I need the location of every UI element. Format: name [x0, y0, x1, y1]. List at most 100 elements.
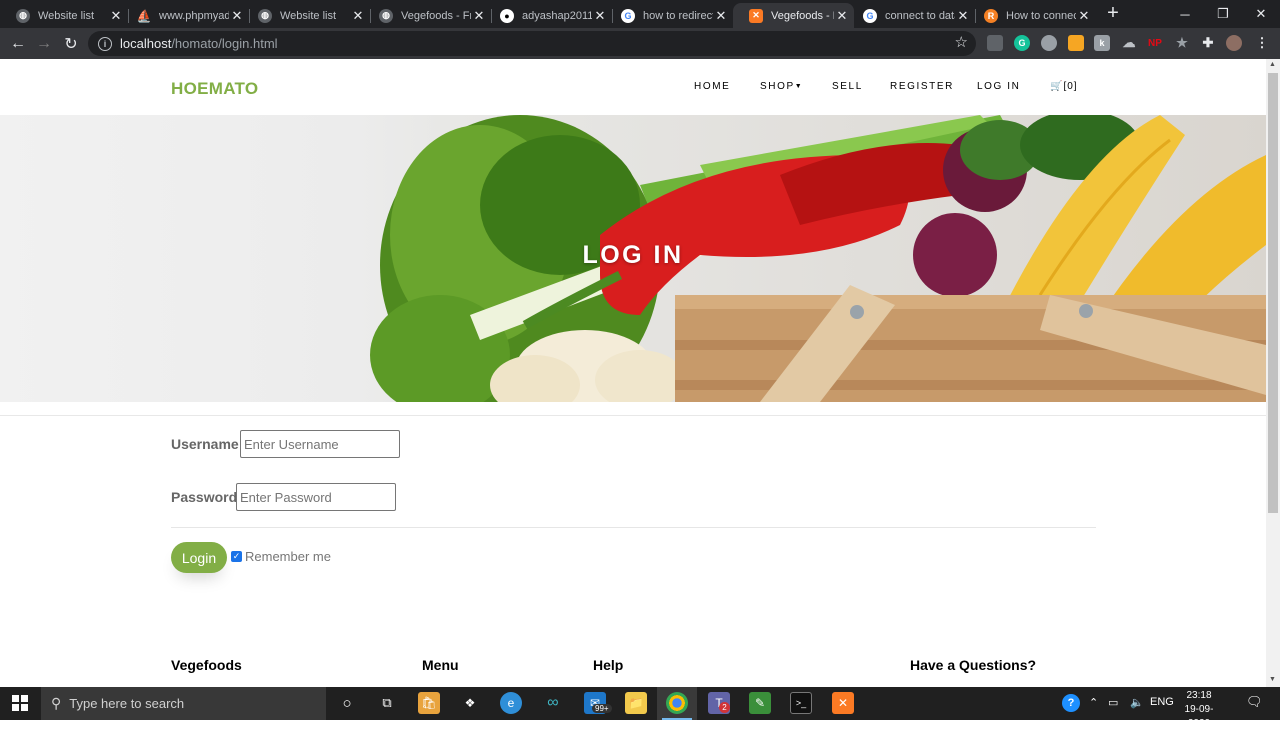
phpmyadmin-icon: ⛵: [136, 8, 152, 23]
tab-how-to-connect[interactable]: R How to connec ✕: [968, 3, 1096, 28]
hero-banner: LOG IN: [0, 115, 1266, 402]
help-icon[interactable]: ?: [1062, 694, 1080, 712]
footer-heading-help: Help: [593, 657, 624, 673]
xampp-icon: ✕: [749, 8, 763, 23]
address-bar[interactable]: i localhost/homato/login.html ☆: [88, 31, 976, 56]
hero-title: LOG IN: [582, 241, 684, 269]
site-icon: R: [984, 8, 998, 23]
clock-date: 19-09-2020: [1184, 704, 1214, 729]
google-icon: G: [621, 8, 635, 23]
back-button[interactable]: ←: [7, 33, 29, 55]
teams-badge: 2: [719, 702, 730, 713]
tab-website-list[interactable]: ◍ Website list ✕: [0, 3, 129, 28]
star-extension-icon[interactable]: ★: [1174, 35, 1190, 51]
task-view-icon[interactable]: ⧉: [376, 692, 398, 714]
notification-icon[interactable]: 🗨: [1246, 694, 1263, 710]
mail-badge: 99+: [592, 704, 612, 713]
username-label: Username: [171, 436, 239, 452]
scroll-down-icon[interactable]: ▼: [1269, 676, 1276, 683]
reload-button[interactable]: ↻: [60, 33, 82, 55]
nav-register[interactable]: REGISTER: [890, 81, 954, 92]
extension-icon[interactable]: k: [1094, 35, 1110, 51]
username-input[interactable]: [240, 430, 400, 458]
caret-down-icon: ▼: [794, 83, 802, 90]
clock-time: 23:18: [1186, 690, 1212, 701]
grammarly-icon[interactable]: G: [1014, 35, 1030, 51]
battery-icon[interactable]: ▭: [1108, 696, 1118, 709]
footer-heading-questions: Have a Questions?: [910, 657, 1037, 673]
tab-vegefoods-active[interactable]: ✕ Vegefoods - Fr ✕: [733, 3, 854, 28]
file-explorer-icon[interactable]: 📁: [625, 692, 647, 714]
divider: [0, 415, 1266, 416]
notepad-plus-icon[interactable]: ✎: [749, 692, 771, 714]
maximize-button[interactable]: ❐: [1204, 0, 1242, 28]
tab-website-list-2[interactable]: ◍ Website list ✕: [242, 3, 371, 28]
windows-start-icon[interactable]: [9, 692, 31, 714]
extension-icon[interactable]: [987, 35, 1003, 51]
bookmark-star-icon[interactable]: ☆: [955, 33, 968, 51]
profile-avatar[interactable]: [1226, 35, 1242, 51]
password-input[interactable]: [236, 483, 396, 511]
minimize-button[interactable]: ─: [1166, 0, 1204, 28]
forward-button[interactable]: →: [33, 33, 55, 55]
info-icon[interactable]: i: [98, 36, 112, 51]
netflix-party-icon[interactable]: NP: [1147, 35, 1163, 51]
chrome-icon[interactable]: [666, 692, 688, 714]
nav-home[interactable]: HOME: [694, 81, 730, 92]
tray-chevron-up-icon[interactable]: ⌃: [1089, 696, 1098, 709]
cart-count: [0]: [1063, 81, 1078, 92]
xampp-icon[interactable]: ✕: [832, 692, 854, 714]
search-icon: ⚲: [51, 695, 62, 711]
extension-icon[interactable]: [1068, 35, 1084, 51]
store-icon[interactable]: 🛍: [418, 692, 440, 714]
scrollbar-thumb[interactable]: [1268, 73, 1278, 513]
form-divider: [171, 527, 1096, 528]
taskbar-search[interactable]: ⚲ Type here to search: [41, 687, 326, 720]
tab-vegefoods[interactable]: ◍ Vegefoods - Fr ✕: [363, 3, 492, 28]
remember-me[interactable]: ✓ Remember me: [231, 549, 331, 564]
extension-icon[interactable]: [1041, 35, 1057, 51]
language-indicator[interactable]: ENG: [1150, 696, 1174, 708]
tab-google-connect[interactable]: G connect to data ✕: [847, 3, 976, 28]
page-viewport: HOEMATO HOME SHOP▼ SELL REGISTER LOG IN …: [0, 59, 1266, 687]
close-icon[interactable]: ✕: [713, 8, 729, 24]
url-text: localhost/homato/login.html: [120, 36, 278, 51]
site-brand[interactable]: HOEMATO: [171, 79, 258, 99]
windows-taskbar: ⚲ Type here to search ○ ⧉ 🛍 ❖ e ∞ ✉ 99+ …: [0, 687, 1280, 729]
close-window-button[interactable]: ✕: [1242, 0, 1280, 28]
globe-icon: ◍: [379, 8, 393, 23]
search-placeholder: Type here to search: [69, 696, 185, 711]
tab-github[interactable]: ● adyashap2011/ ✕: [484, 3, 613, 28]
nav-cart[interactable]: 🛒[0]: [1050, 81, 1078, 92]
new-tab-button[interactable]: +: [1103, 3, 1123, 25]
nav-shop-label: SHOP: [760, 81, 795, 92]
nav-sell[interactable]: SELL: [832, 81, 863, 92]
volume-icon[interactable]: 🔈: [1130, 696, 1144, 709]
cortana-icon[interactable]: ○: [336, 692, 358, 714]
footer-heading-menu: Menu: [422, 657, 459, 673]
taskbar-clock[interactable]: 23:18 19-09-2020: [1176, 689, 1222, 731]
remember-me-checkbox[interactable]: ✓: [231, 551, 242, 562]
dropbox-icon[interactable]: ❖: [459, 692, 481, 714]
browser-toolbar: ← → ↻ i localhost/homato/login.html ☆ G …: [0, 28, 1280, 59]
login-button[interactable]: Login: [171, 542, 227, 573]
browser-menu-icon[interactable]: ⋮: [1254, 35, 1270, 51]
tab-google-redirect[interactable]: G how to redirect ✕: [605, 3, 733, 28]
terminal-icon[interactable]: >_: [790, 692, 812, 714]
extensions-puzzle-icon[interactable]: ✚: [1200, 35, 1216, 51]
scroll-up-icon[interactable]: ▲: [1269, 61, 1276, 68]
close-icon[interactable]: ✕: [1076, 8, 1092, 24]
edge-icon[interactable]: e: [500, 692, 522, 714]
remember-me-label: Remember me: [245, 549, 331, 564]
password-label: Password: [171, 489, 238, 505]
page-scrollbar[interactable]: ▲ ▼: [1266, 59, 1280, 687]
infinity-app-icon[interactable]: ∞: [542, 692, 564, 714]
nav-login[interactable]: LOG IN: [977, 81, 1021, 92]
tab-phpmyadmin[interactable]: ⛵ www.phpmyad ✕: [121, 3, 250, 28]
globe-icon: ◍: [16, 8, 30, 23]
extension-icon[interactable]: ☁: [1121, 35, 1137, 51]
nav-shop[interactable]: SHOP▼: [760, 81, 802, 92]
google-icon: G: [863, 8, 877, 23]
github-icon: ●: [500, 8, 514, 23]
footer-heading-vegefoods: Vegefoods: [171, 657, 242, 673]
